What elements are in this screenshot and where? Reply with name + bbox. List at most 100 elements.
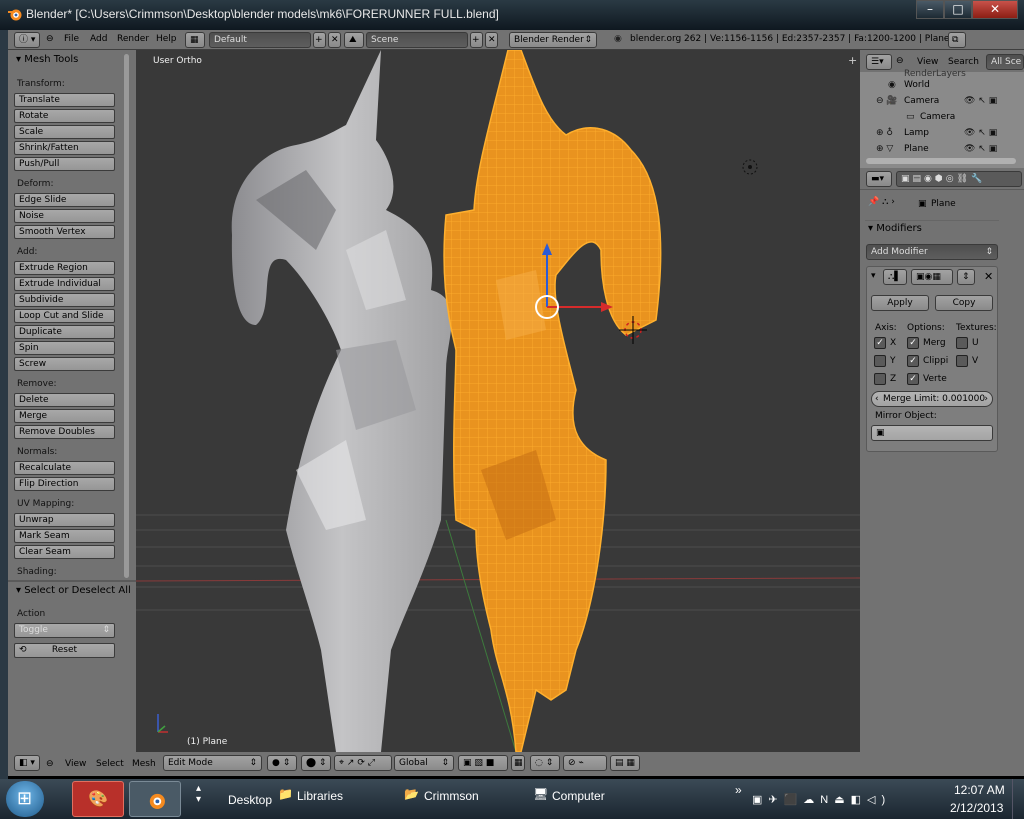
occlude-button[interactable]: ▦ bbox=[511, 755, 525, 771]
axis-z-checkbox[interactable] bbox=[874, 373, 886, 385]
spin-button[interactable]: Spin bbox=[14, 341, 115, 355]
show-desktop-button[interactable] bbox=[1012, 779, 1024, 819]
outliner-item-world[interactable]: World bbox=[904, 80, 930, 90]
add-layout-button[interactable]: + bbox=[313, 32, 326, 48]
taskbar-crimmson[interactable]: Crimmson bbox=[424, 789, 479, 803]
mesh-tools-header[interactable]: ▾ Mesh Tools bbox=[16, 54, 78, 65]
renderlayers-item[interactable]: RenderLayers bbox=[904, 69, 966, 79]
move-modifier-buttons[interactable]: ⇕ bbox=[957, 269, 975, 285]
clock-time[interactable]: 12:07 AM bbox=[954, 783, 1005, 797]
outliner-item-plane[interactable]: Plane bbox=[904, 144, 929, 154]
visibility-icons[interactable]: 👁 ↖ ▣ bbox=[964, 144, 997, 154]
layout-field[interactable]: Default bbox=[209, 32, 311, 48]
toolbar-scroll-icon[interactable]: ▴ ▾ bbox=[196, 783, 201, 805]
reset-button[interactable]: ⟲ Reset bbox=[14, 643, 115, 658]
clear-seam-button[interactable]: Clear Seam bbox=[14, 545, 115, 559]
editor-type-button[interactable]: ⓘ ▾ bbox=[14, 32, 40, 48]
delete-layout-button[interactable]: ✕ bbox=[328, 32, 341, 48]
shrink-fatten-button[interactable]: Shrink/Fatten bbox=[14, 141, 115, 155]
merge-button[interactable]: Merge bbox=[14, 409, 115, 423]
mark-seam-button[interactable]: Mark Seam bbox=[14, 529, 115, 543]
menu-render[interactable]: Render bbox=[117, 34, 149, 44]
push-pull-button[interactable]: Push/Pull bbox=[14, 157, 115, 171]
remove-doubles-button[interactable]: Remove Doubles bbox=[14, 425, 115, 439]
rotate-button[interactable]: Rotate bbox=[14, 109, 115, 123]
snap-buttons[interactable]: ⊘ ⌁ bbox=[563, 755, 607, 771]
loop-cut-button[interactable]: Loop Cut and Slide bbox=[14, 309, 115, 323]
close-button[interactable]: ✕ bbox=[972, 0, 1018, 19]
camera-expand-icon[interactable]: ⊖ 🎥 bbox=[876, 96, 898, 106]
taskbar-computer[interactable]: Computer bbox=[552, 789, 605, 803]
smooth-vertex-button[interactable]: Smooth Vertex bbox=[14, 225, 115, 239]
outliner-hscrollbar[interactable] bbox=[866, 158, 1016, 164]
shading-select[interactable]: ● ⇕ bbox=[267, 755, 297, 771]
proportional-select[interactable]: ◌ ⇕ bbox=[530, 755, 560, 771]
editor-type-button[interactable]: ☰▾ bbox=[866, 54, 892, 70]
axis-y-checkbox[interactable] bbox=[874, 355, 886, 367]
display-filter[interactable]: All Sce bbox=[986, 54, 1024, 70]
action-select[interactable]: Toggle ⇕ bbox=[14, 623, 115, 638]
taskbar-app-blender[interactable] bbox=[129, 781, 181, 817]
screw-button[interactable]: Screw bbox=[14, 357, 115, 371]
menu-select[interactable]: Select bbox=[96, 759, 124, 769]
copy-button[interactable]: Copy bbox=[935, 295, 993, 311]
subdivide-button[interactable]: Subdivide bbox=[14, 293, 115, 307]
manipulator-buttons[interactable]: ⌖ ↗ ⟳ ⤢ bbox=[334, 755, 392, 771]
visibility-icons[interactable]: 👁 ↖ ▣ bbox=[964, 128, 997, 138]
properties-toggle-icon[interactable]: + bbox=[848, 54, 857, 67]
recalculate-button[interactable]: Recalculate bbox=[14, 461, 115, 475]
merge-checkbox[interactable]: ✓ bbox=[907, 337, 919, 349]
unwrap-button[interactable]: Unwrap bbox=[14, 513, 115, 527]
delete-scene-button[interactable]: ✕ bbox=[485, 32, 498, 48]
axis-x-checkbox[interactable]: ✓ bbox=[874, 337, 886, 349]
select-mode-buttons[interactable]: ▣ ▧ ■ bbox=[458, 755, 508, 771]
layout-icon[interactable]: ▦ bbox=[185, 32, 205, 48]
outliner-item-camera-data[interactable]: Camera bbox=[920, 112, 955, 122]
scene-field[interactable]: Scene bbox=[366, 32, 468, 48]
menu-mesh[interactable]: Mesh bbox=[132, 759, 156, 769]
remove-modifier-icon[interactable]: ✕ bbox=[984, 270, 993, 283]
minimize-button[interactable]: – bbox=[916, 0, 944, 19]
collapse-icon[interactable]: ⊖ bbox=[46, 34, 54, 44]
pivot-select[interactable]: ⬤ ⇕ bbox=[301, 755, 331, 771]
collapse-icon[interactable]: ⊖ bbox=[46, 759, 54, 769]
pin-icon[interactable]: 📌 ⛬ › bbox=[868, 197, 895, 207]
decrement-icon[interactable]: ‹ bbox=[875, 392, 879, 406]
start-button[interactable]: ⊞ bbox=[6, 781, 44, 817]
taskbar-desktop[interactable]: Desktop bbox=[228, 793, 272, 807]
vertex-groups-checkbox[interactable]: ✓ bbox=[907, 373, 919, 385]
menu-view[interactable]: View bbox=[65, 759, 86, 769]
add-modifier-select[interactable]: Add Modifier ⇕ bbox=[866, 244, 998, 260]
menu-search[interactable]: Search bbox=[948, 57, 979, 67]
maximize-button[interactable]: □ bbox=[944, 0, 972, 19]
texture-u-checkbox[interactable] bbox=[956, 337, 968, 349]
extrude-individual-button[interactable]: Extrude Individual bbox=[14, 277, 115, 291]
texture-v-checkbox[interactable] bbox=[956, 355, 968, 367]
toolbar-chevron-icon[interactable]: » bbox=[735, 783, 742, 797]
menu-help[interactable]: Help bbox=[156, 34, 177, 44]
modifiers-header[interactable]: ▾ Modifiers bbox=[868, 223, 922, 234]
extrude-region-button[interactable]: Extrude Region bbox=[14, 261, 115, 275]
add-scene-button[interactable]: + bbox=[470, 32, 483, 48]
viewport-canvas[interactable] bbox=[136, 50, 860, 752]
tool-shelf-scrollbar[interactable] bbox=[124, 54, 129, 578]
apply-button[interactable]: Apply bbox=[871, 295, 929, 311]
scene-icon[interactable]: ⛰ bbox=[344, 32, 364, 48]
collapse-icon[interactable]: ⊖ bbox=[896, 56, 904, 66]
render-buttons[interactable]: ▤ ▦ bbox=[610, 755, 640, 771]
delete-button[interactable]: Delete bbox=[14, 393, 115, 407]
render-engine-select[interactable]: Blender Render ⇕ bbox=[509, 32, 597, 48]
duplicate-button[interactable]: Duplicate bbox=[14, 325, 115, 339]
operator-panel-header[interactable]: ▾ Select or Deselect All bbox=[16, 585, 131, 596]
mode-select[interactable]: Edit Mode ⇕ bbox=[163, 755, 262, 771]
menu-view[interactable]: View bbox=[917, 57, 938, 67]
plane-expand-icon[interactable]: ⊕ ▽ bbox=[876, 144, 893, 154]
increment-icon[interactable]: › bbox=[984, 392, 988, 406]
lamp-expand-icon[interactable]: ⊕ ♁ bbox=[876, 128, 893, 138]
taskbar-app-paint[interactable]: 🎨 bbox=[72, 781, 124, 817]
menu-file[interactable]: File bbox=[64, 34, 79, 44]
visibility-icons[interactable]: 👁 ↖ ▣ bbox=[964, 96, 997, 106]
edge-slide-button[interactable]: Edge Slide bbox=[14, 193, 115, 207]
context-tabs[interactable]: ▣▤◉⬢◎⛓🔧 bbox=[896, 171, 1022, 187]
noise-button[interactable]: Noise bbox=[14, 209, 115, 223]
